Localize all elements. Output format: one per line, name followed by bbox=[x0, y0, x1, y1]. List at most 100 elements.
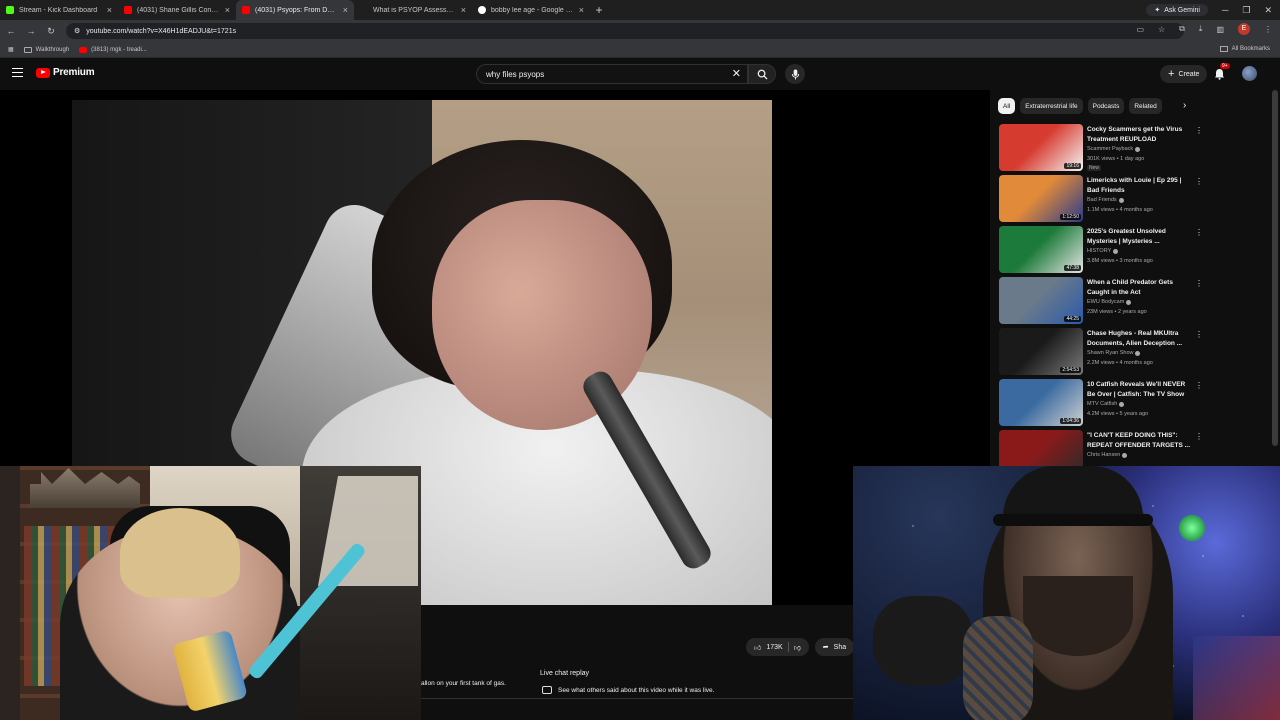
menu-icon[interactable] bbox=[12, 68, 23, 77]
channel-name[interactable]: Bad Friends bbox=[1087, 197, 1117, 203]
tab-favicon-icon bbox=[360, 6, 368, 14]
recommendation-item[interactable]: 19:16 Cocky Scammers get the Virus Treat… bbox=[999, 122, 1204, 173]
tab-close-icon[interactable]: × bbox=[579, 5, 584, 15]
bookmark-walkthrough[interactable]: Walkthrough bbox=[23, 46, 69, 53]
more-options-icon[interactable]: ⋮ bbox=[1195, 228, 1203, 237]
recommendation-item[interactable]: 1:04:36 10 Catfish Reveals We'll NEVER B… bbox=[999, 377, 1204, 428]
live-chat-replay-panel[interactable]: Live chat replay See what others said ab… bbox=[532, 664, 854, 700]
video-title[interactable]: Limericks with Louie | Ep 295 | Bad Frie… bbox=[1087, 176, 1193, 195]
tab-favicon-icon bbox=[124, 6, 132, 14]
video-thumbnail[interactable]: 19:16 bbox=[999, 124, 1083, 171]
description-snippet[interactable]: allon on your first tank of gas. bbox=[421, 680, 506, 687]
chip-podcasts[interactable]: Podcasts bbox=[1087, 98, 1125, 114]
site-info-icon[interactable]: ⚙ bbox=[74, 27, 80, 35]
video-thumbnail[interactable]: 1:04:36 bbox=[999, 379, 1083, 426]
download-icon[interactable]: ⤓ bbox=[1199, 24, 1203, 34]
bookmark-label: (3813) mgk - treadi... bbox=[91, 46, 147, 53]
notifications-button[interactable]: 9+ bbox=[1214, 63, 1230, 85]
ask-gemini-button[interactable]: ✦ Ask Gemini bbox=[1146, 4, 1208, 16]
voice-search-button[interactable] bbox=[785, 64, 805, 84]
back-icon[interactable]: ← bbox=[6, 26, 16, 36]
recommendation-item[interactable]: 1:12:50 Limericks with Louie | Ep 295 | … bbox=[999, 173, 1204, 224]
tab-close-icon[interactable]: × bbox=[461, 5, 466, 15]
live-chat-subtitle-row: See what others said about this video wh… bbox=[542, 686, 714, 694]
folder-icon bbox=[23, 46, 32, 53]
reload-icon[interactable]: ↻ bbox=[46, 26, 56, 37]
youtube-logo[interactable]: Premium bbox=[36, 67, 95, 78]
chip-extraterrestrial-life[interactable]: Extraterrestrial life bbox=[1020, 98, 1083, 114]
video-title[interactable]: 2025's Greatest Unsolved Mysteries | Mys… bbox=[1087, 227, 1193, 246]
browser-tab[interactable]: What is PSYOP Assessment an × bbox=[354, 0, 472, 20]
page-scrollbar[interactable] bbox=[1272, 90, 1278, 446]
channel-name[interactable]: Scammer Payback bbox=[1087, 146, 1133, 152]
address-bar[interactable]: ⚙ youtube.com/watch?v=X46H1dEADJU&t=1721… bbox=[66, 23, 1184, 39]
clear-search-icon[interactable]: ✕ bbox=[732, 67, 741, 80]
more-options-icon[interactable]: ⋮ bbox=[1195, 177, 1203, 186]
more-options-icon[interactable]: ⋮ bbox=[1195, 330, 1203, 339]
recommendation-item[interactable]: 2:54:53 Chase Hughes - Real MKUltra Docu… bbox=[999, 326, 1204, 377]
channel-name[interactable]: HISTORY bbox=[1087, 248, 1111, 254]
tab-close-icon[interactable]: × bbox=[225, 5, 230, 15]
verified-icon bbox=[1126, 299, 1132, 305]
chip-all[interactable]: All bbox=[998, 98, 1016, 114]
dislike-icon[interactable]: 👎︎ bbox=[794, 643, 801, 652]
channel-name[interactable]: Shawn Ryan Show bbox=[1087, 350, 1133, 356]
tab-close-icon[interactable]: × bbox=[343, 5, 348, 15]
account-avatar[interactable] bbox=[1242, 66, 1257, 81]
search-input[interactable]: why files psyops ✕ bbox=[476, 64, 748, 84]
video-thumbnail[interactable]: 44:25 bbox=[999, 277, 1083, 324]
restore-icon[interactable]: ❐ bbox=[1242, 5, 1250, 16]
duration-badge: 2:54:53 bbox=[1060, 367, 1081, 373]
tab-close-icon[interactable]: × bbox=[107, 5, 112, 15]
search-button[interactable] bbox=[748, 64, 776, 84]
forward-icon[interactable]: → bbox=[26, 26, 36, 36]
bookmarks-bar: ▦ Walkthrough (3813) mgk - treadi... All… bbox=[0, 42, 1280, 58]
video-thumbnail[interactable]: 1:12:50 bbox=[999, 175, 1083, 222]
more-options-icon[interactable]: ⋮ bbox=[1195, 381, 1203, 390]
close-window-icon[interactable]: ✕ bbox=[1264, 5, 1272, 16]
verified-icon bbox=[1119, 401, 1125, 407]
video-thumbnail[interactable]: 47:38 bbox=[999, 226, 1083, 273]
recommendation-item[interactable]: 47:38 2025's Greatest Unsolved Mysteries… bbox=[999, 224, 1204, 275]
chip-related[interactable]: Related bbox=[1129, 98, 1162, 114]
live-chat-subtitle: See what others said about this video wh… bbox=[558, 686, 715, 694]
browser-menu-icon[interactable]: ⋮ bbox=[1264, 25, 1272, 34]
apps-grid-icon[interactable]: ▦ bbox=[8, 46, 14, 53]
recommendation-item[interactable]: 44:25 When a Child Predator Gets Caught … bbox=[999, 275, 1204, 326]
verified-icon bbox=[1135, 350, 1141, 356]
sidepanel-icon[interactable]: ▥ bbox=[1216, 25, 1224, 34]
minimize-icon[interactable]: ─ bbox=[1222, 5, 1228, 15]
more-options-icon[interactable]: ⋮ bbox=[1195, 279, 1203, 288]
browser-tab-active[interactable]: (4031) Psyops: From Dead Bab × bbox=[236, 0, 354, 20]
profile-avatar[interactable]: E bbox=[1238, 23, 1250, 35]
video-meta: 3.8M views • 3 months ago bbox=[1087, 258, 1153, 264]
bookmark-star-icon[interactable]: ☆ bbox=[1158, 25, 1165, 34]
browser-tab[interactable]: (4031) Shane Gillis Confronts B × bbox=[118, 0, 236, 20]
more-options-icon[interactable]: ⋮ bbox=[1195, 126, 1203, 135]
new-tab-button[interactable]: + bbox=[590, 3, 608, 17]
video-title[interactable]: 10 Catfish Reveals We'll NEVER Be Over |… bbox=[1087, 380, 1193, 399]
video-title[interactable]: "I CAN'T KEEP DOING THIS": REPEAT OFFEND… bbox=[1087, 431, 1193, 450]
video-title[interactable]: Cocky Scammers get the Virus Treatment R… bbox=[1087, 125, 1193, 144]
video-thumbnail[interactable] bbox=[999, 430, 1083, 467]
cast-icon[interactable]: ▭ bbox=[1136, 25, 1144, 34]
channel-name[interactable]: MTV Catfish bbox=[1087, 401, 1117, 407]
like-icon[interactable]: 👍︎ bbox=[754, 643, 761, 652]
recommendation-item[interactable]: "I CAN'T KEEP DOING THIS": REPEAT OFFEND… bbox=[999, 428, 1204, 467]
video-title[interactable]: When a Child Predator Gets Caught in the… bbox=[1087, 278, 1193, 297]
more-options-icon[interactable]: ⋮ bbox=[1195, 432, 1203, 441]
tab-title: (4031) Shane Gillis Confronts B bbox=[137, 6, 220, 14]
like-count[interactable]: 173K bbox=[766, 644, 782, 651]
channel-name[interactable]: Chris Hansen bbox=[1087, 452, 1120, 458]
browser-tab[interactable]: Stream - Kick Dashboard × bbox=[0, 0, 118, 20]
video-thumbnail[interactable]: 2:54:53 bbox=[999, 328, 1083, 375]
channel-name[interactable]: EWU Bodycam bbox=[1087, 299, 1124, 305]
create-button[interactable]: + Create bbox=[1160, 65, 1208, 83]
chevron-right-icon[interactable]: › bbox=[1183, 100, 1186, 111]
video-title[interactable]: Chase Hughes - Real MKUltra Documents, A… bbox=[1087, 329, 1193, 348]
bookmark-youtube[interactable]: (3813) mgk - treadi... bbox=[79, 46, 147, 53]
all-bookmarks-button[interactable]: All Bookmarks bbox=[1219, 46, 1270, 52]
extensions-icon[interactable]: ⧉ bbox=[1179, 24, 1185, 34]
share-button[interactable]: ➦ Sha bbox=[814, 638, 855, 656]
browser-tab[interactable]: bobby lee age - Google Search × bbox=[472, 0, 590, 20]
